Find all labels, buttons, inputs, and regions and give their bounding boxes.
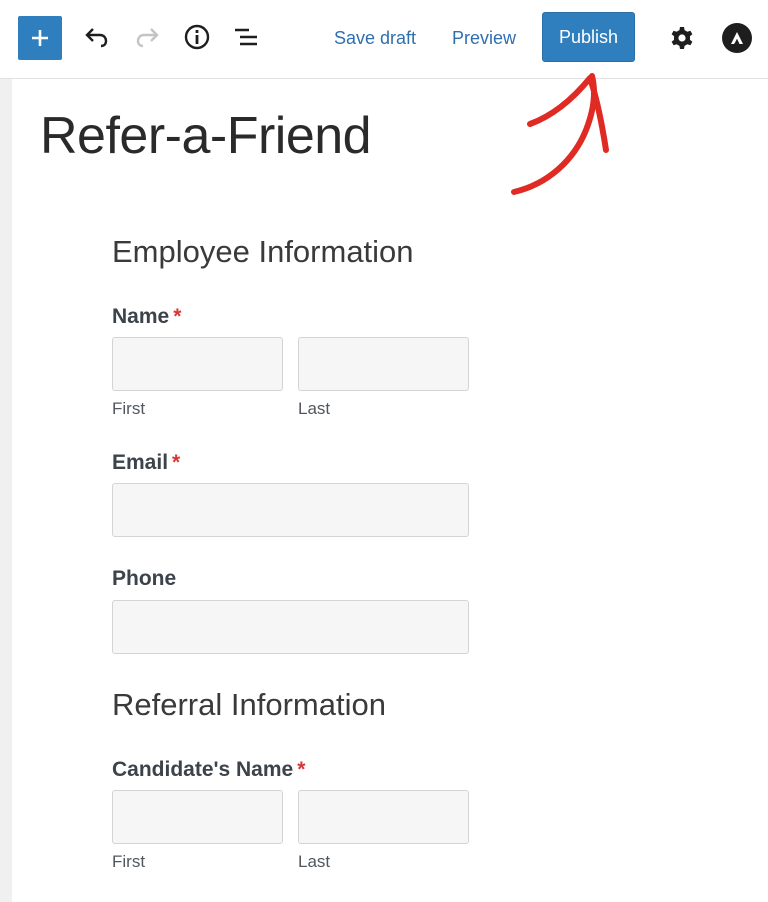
block-inserter-button[interactable]: [18, 16, 62, 60]
plus-icon: [32, 30, 48, 46]
email-label: Email *: [112, 450, 180, 476]
list-view-icon: [235, 28, 257, 46]
preview-button[interactable]: Preview: [452, 26, 516, 50]
employee-section-heading: Employee Information: [112, 234, 414, 269]
name-label-text: Name: [112, 305, 170, 328]
details-button[interactable]: [182, 22, 212, 52]
required-marker: *: [297, 758, 306, 781]
save-draft-button[interactable]: Save draft: [334, 26, 416, 50]
candidate-name-label: Candidate's Name *: [112, 757, 305, 783]
astra-glyph-icon: [731, 32, 743, 44]
referral-section-heading: Referral Information: [112, 687, 386, 722]
undo-button[interactable]: [82, 22, 112, 52]
list-view-button[interactable]: [231, 22, 261, 52]
phone-input[interactable]: [112, 600, 469, 654]
post-title[interactable]: Refer-a-Friend: [40, 104, 372, 168]
undo-icon: [85, 28, 108, 48]
redo-button[interactable]: [132, 22, 162, 52]
email-label-text: Email: [112, 451, 169, 474]
phone-label: Phone: [112, 567, 177, 590]
candidate-first-name-input[interactable]: [112, 790, 283, 844]
editor-gutter: [0, 79, 12, 902]
first-sublabel: First: [112, 399, 146, 418]
required-marker: *: [173, 305, 182, 328]
candidate-last-sublabel: Last: [298, 852, 331, 871]
first-name-input[interactable]: [112, 337, 283, 391]
candidate-last-name-input[interactable]: [298, 790, 469, 844]
info-icon: [184, 24, 210, 50]
editor-toolbar: Save draft Preview Publish: [0, 0, 768, 79]
candidate-first-sublabel: First: [112, 852, 146, 871]
gear-icon[interactable]: [668, 24, 696, 52]
redo-icon: [136, 28, 159, 48]
name-label: Name *: [112, 304, 181, 330]
required-marker: *: [172, 451, 181, 474]
candidate-name-label-text: Candidate's Name: [112, 758, 294, 781]
publish-button[interactable]: Publish: [542, 12, 635, 62]
email-input[interactable]: [112, 483, 469, 537]
last-name-input[interactable]: [298, 337, 469, 391]
last-sublabel: Last: [298, 399, 331, 418]
astra-logo-icon[interactable]: [722, 23, 752, 53]
